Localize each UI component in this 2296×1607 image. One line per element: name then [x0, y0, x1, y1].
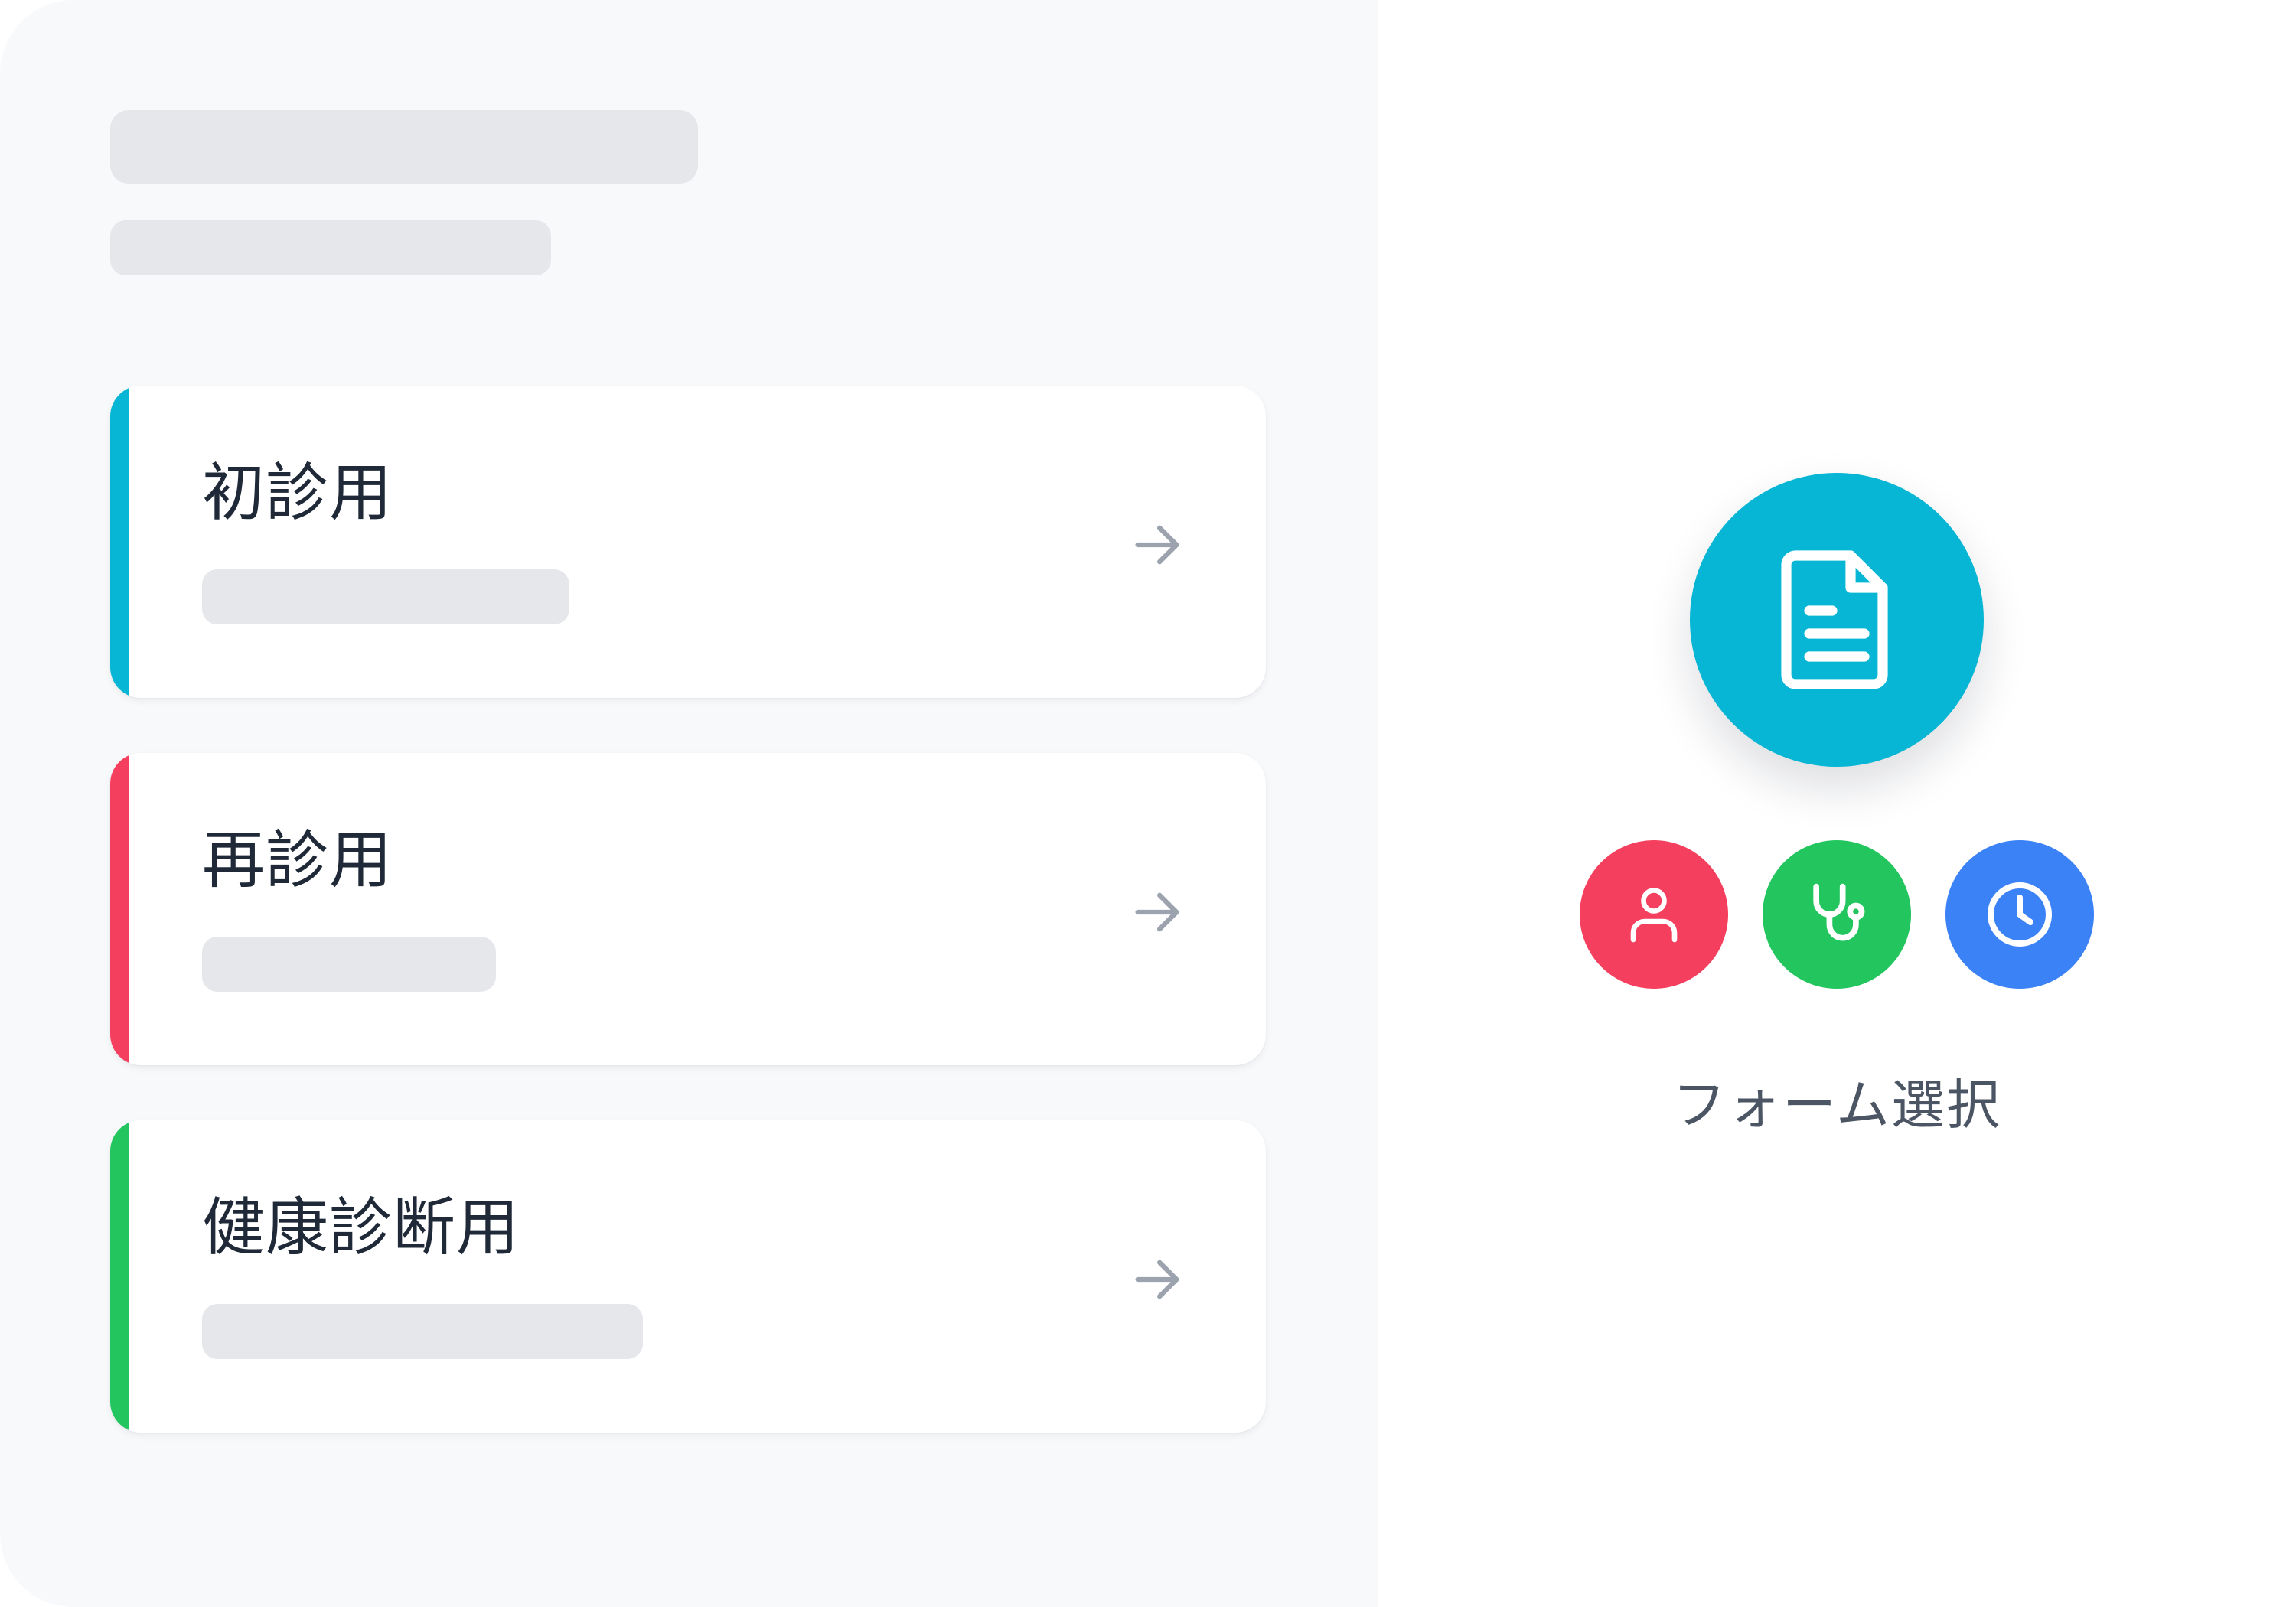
app-frame: 初診用 再診用 健康診断用 フォーム選択 — [0, 0, 2296, 1607]
illustration-caption: フォーム選択 — [1672, 1074, 2001, 1136]
document-badge — [1690, 473, 1984, 767]
form-list-panel: 初診用 再診用 健康診断用 — [0, 0, 1378, 1607]
history-button[interactable] — [1945, 840, 2094, 989]
stethoscope-icon — [1813, 883, 1865, 941]
heading-placeholder — [110, 110, 698, 184]
form-card-title: 再診用 — [202, 824, 393, 897]
card-accent-bar — [110, 1120, 129, 1433]
clock-icon — [1988, 882, 2052, 947]
form-card-subtitle-placeholder — [202, 1304, 643, 1359]
form-card-first-visit[interactable]: 初診用 — [110, 386, 1266, 698]
document-icon — [1781, 550, 1888, 689]
patient-button[interactable] — [1580, 840, 1728, 989]
form-card-title: 健康診断用 — [202, 1191, 520, 1264]
card-accent-bar — [110, 386, 129, 698]
form-card-subtitle-placeholder — [202, 569, 569, 624]
arrow-right-icon — [1135, 1260, 1179, 1299]
form-card-subtitle-placeholder — [202, 937, 496, 992]
card-accent-bar — [110, 753, 129, 1065]
form-card-health-checkup[interactable]: 健康診断用 — [110, 1120, 1266, 1433]
form-card-title: 初診用 — [202, 457, 393, 530]
user-icon — [1630, 888, 1678, 943]
arrow-right-icon — [1135, 892, 1179, 932]
form-selection-illustration: フォーム選択 — [1378, 0, 2296, 1607]
form-card-follow-up[interactable]: 再診用 — [110, 753, 1266, 1065]
checkup-button[interactable] — [1763, 840, 1911, 989]
subheading-placeholder — [110, 220, 551, 275]
arrow-right-icon — [1135, 525, 1179, 565]
